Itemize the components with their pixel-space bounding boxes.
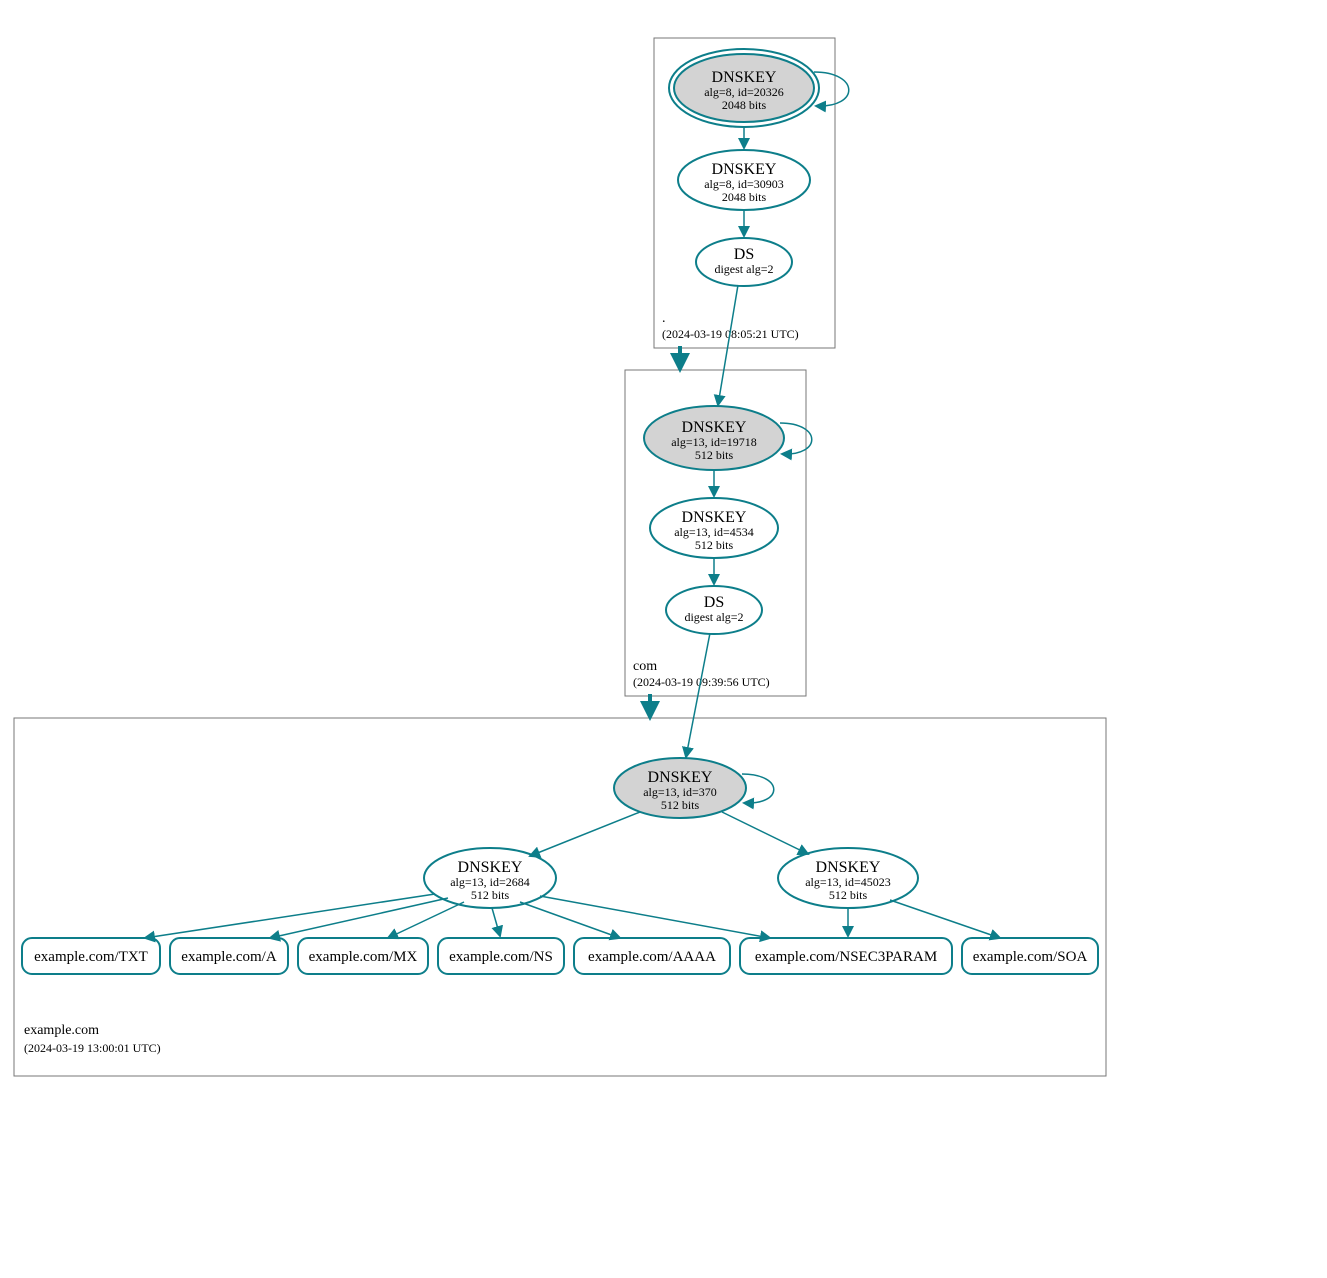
edge-example-ksk-to-zsk-left <box>530 812 640 856</box>
node-example-zsk-left-title: DNSKEY <box>458 859 523 876</box>
node-com-zsk-title: DNSKEY <box>682 509 747 526</box>
node-example-ksk-title: DNSKEY <box>648 769 713 786</box>
rr-ns: example.com/NS <box>438 938 564 974</box>
node-root-ds-line1: digest alg=2 <box>714 262 773 276</box>
dnssec-chain-diagram: . (2024-03-19 08:05:21 UTC) DNSKEY alg=8… <box>0 0 1327 1278</box>
node-com-ksk-title: DNSKEY <box>682 419 747 436</box>
node-com-ds-title: DS <box>704 594 724 611</box>
edge-zsk-right-to-soa <box>890 900 1000 938</box>
node-root-zsk-line1: alg=8, id=30903 <box>704 177 784 191</box>
rr-a-label: example.com/A <box>181 949 277 965</box>
rr-aaaa: example.com/AAAA <box>574 938 730 974</box>
edge-zsk-left-to-nsec3 <box>540 896 770 938</box>
rr-nsec3-label: example.com/NSEC3PARAM <box>755 949 937 965</box>
rr-a: example.com/A <box>170 938 288 974</box>
node-com-ksk-line2: 512 bits <box>695 448 734 462</box>
rr-soa-label: example.com/SOA <box>973 949 1088 965</box>
node-example-zsk-right-line2: 512 bits <box>829 888 868 902</box>
node-com-ksk: DNSKEY alg=13, id=19718 512 bits <box>644 406 784 470</box>
node-com-ds: DS digest alg=2 <box>666 586 762 634</box>
zone-label-root: . <box>662 311 666 326</box>
edge-example-ksk-to-zsk-right <box>722 812 808 854</box>
node-root-ksk-line1: alg=8, id=20326 <box>704 85 784 99</box>
node-root-ksk-title: DNSKEY <box>712 69 777 86</box>
edge-com-ds-to-example-ksk <box>686 633 710 757</box>
rr-nsec3param: example.com/NSEC3PARAM <box>740 938 952 974</box>
node-example-zsk-right: DNSKEY alg=13, id=45023 512 bits <box>778 848 918 908</box>
node-example-ksk: DNSKEY alg=13, id=370 512 bits <box>614 758 746 818</box>
edge-zsk-left-to-mx <box>388 902 464 938</box>
edge-root-ds-to-com-ksk <box>718 285 738 405</box>
rr-txt-label: example.com/TXT <box>34 949 148 965</box>
node-example-zsk-right-title: DNSKEY <box>816 859 881 876</box>
rr-mx: example.com/MX <box>298 938 428 974</box>
node-root-zsk-line2: 2048 bits <box>722 190 767 204</box>
node-root-zsk-title: DNSKEY <box>712 161 777 178</box>
edge-zsk-left-to-a <box>270 898 448 938</box>
rr-aaaa-label: example.com/AAAA <box>588 949 716 965</box>
node-example-zsk-right-line1: alg=13, id=45023 <box>805 875 891 889</box>
node-com-zsk-line1: alg=13, id=4534 <box>674 525 754 539</box>
rr-soa: example.com/SOA <box>962 938 1098 974</box>
zone-label-com: com <box>633 659 657 674</box>
rr-ns-label: example.com/NS <box>449 949 553 965</box>
node-root-ksk: DNSKEY alg=8, id=20326 2048 bits <box>669 49 819 127</box>
node-com-zsk-line2: 512 bits <box>695 538 734 552</box>
node-example-zsk-left-line2: 512 bits <box>471 888 510 902</box>
zone-time-example: (2024-03-19 13:00:01 UTC) <box>24 1041 161 1055</box>
rr-mx-label: example.com/MX <box>309 949 418 965</box>
zone-box-example <box>14 718 1106 1076</box>
node-com-zsk: DNSKEY alg=13, id=4534 512 bits <box>650 498 778 558</box>
node-root-ds: DS digest alg=2 <box>696 238 792 286</box>
node-root-zsk: DNSKEY alg=8, id=30903 2048 bits <box>678 150 810 210</box>
node-example-ksk-line1: alg=13, id=370 <box>643 785 717 799</box>
node-root-ds-title: DS <box>734 246 754 263</box>
node-root-ksk-line2: 2048 bits <box>722 98 767 112</box>
zone-label-example: example.com <box>24 1023 99 1038</box>
edge-zsk-left-to-ns <box>492 908 500 936</box>
edge-zsk-left-to-txt <box>145 894 435 938</box>
node-example-ksk-line2: 512 bits <box>661 798 700 812</box>
rr-txt: example.com/TXT <box>22 938 160 974</box>
node-example-zsk-left-line1: alg=13, id=2684 <box>450 875 530 889</box>
node-com-ksk-line1: alg=13, id=19718 <box>671 435 757 449</box>
node-com-ds-line1: digest alg=2 <box>684 610 743 624</box>
